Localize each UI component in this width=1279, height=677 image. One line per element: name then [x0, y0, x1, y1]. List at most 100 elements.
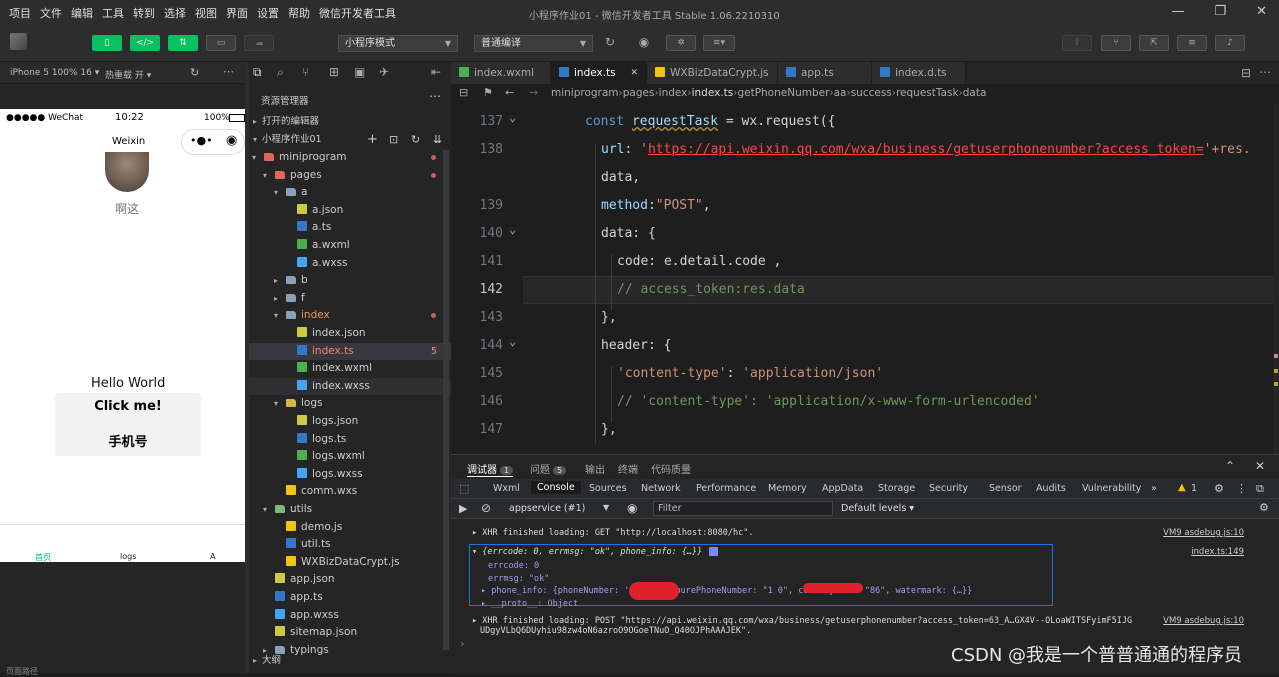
- editor-toggle-button[interactable]: </>: [130, 35, 160, 51]
- devtools-tab[interactable]: Performance: [696, 483, 756, 494]
- breadcrumb-item[interactable]: index: [659, 87, 688, 99]
- breadcrumb-item[interactable]: pages: [623, 87, 655, 99]
- settings-icon[interactable]: ⚙: [1214, 482, 1224, 495]
- editor-tab[interactable]: index.wxml: [451, 62, 551, 84]
- devtools-top-tab[interactable]: 调试器 1: [467, 461, 514, 477]
- capsule-close-icon[interactable]: ◉: [226, 133, 237, 148]
- extensions-icon[interactable]: ⊞: [329, 65, 339, 79]
- tree-item[interactable]: logs.wxml: [249, 448, 451, 465]
- menu-button[interactable]: ≡: [1177, 35, 1207, 51]
- devtools-tab[interactable]: Memory: [768, 483, 807, 494]
- menu-item[interactable]: 帮助: [288, 5, 310, 21]
- menu-item[interactable]: 工具: [102, 5, 124, 21]
- menu-item[interactable]: 视图: [195, 5, 217, 21]
- breadcrumb-item[interactable]: requestTask: [896, 87, 959, 99]
- files-icon[interactable]: ⧉: [253, 65, 262, 80]
- tree-item[interactable]: logs.wxss: [249, 466, 451, 483]
- more-icon[interactable]: ⋯: [1259, 65, 1271, 79]
- compile-select[interactable]: 普通编译 ▼: [474, 35, 593, 52]
- open-editors-section[interactable]: ▸ 打开的编辑器: [249, 113, 451, 130]
- collapse-panel-icon[interactable]: ⇤: [431, 65, 441, 79]
- devtools-tab[interactable]: Vulnerability: [1082, 483, 1141, 494]
- devtools-tab[interactable]: Console: [531, 481, 581, 494]
- split-editor-icon[interactable]: ⊟: [1241, 66, 1251, 80]
- project-section[interactable]: ▾ 小程序作业01 + ⊡ ↻ ⇊: [249, 131, 451, 148]
- editor-tab[interactable]: app.ts: [778, 62, 872, 84]
- refresh-icon[interactable]: ↻: [411, 131, 420, 148]
- preview-button[interactable]: ◉: [629, 35, 659, 51]
- tree-item[interactable]: util.ts: [249, 536, 451, 553]
- devtools-tab[interactable]: Audits: [1036, 483, 1066, 494]
- inspect-icon[interactable]: ⬚: [459, 482, 469, 495]
- mode-select[interactable]: 小程序模式 ▼: [338, 35, 458, 52]
- chevron-up-icon[interactable]: ⌃: [1225, 459, 1235, 473]
- refresh-button[interactable]: ↻: [595, 35, 625, 51]
- breadcrumb-item[interactable]: index.ts: [692, 87, 734, 99]
- context-select[interactable]: appservice (#1): [509, 503, 585, 514]
- upload-button[interactable]: ⇪: [1062, 35, 1092, 51]
- tabbar-item-a[interactable]: A: [210, 552, 215, 561]
- menu-item[interactable]: 项目: [9, 5, 31, 21]
- debugger-toggle-button[interactable]: ⇅: [168, 35, 198, 51]
- clear-console-icon[interactable]: ⊘: [481, 501, 491, 515]
- devtools-top-tab[interactable]: 代码质量: [651, 461, 691, 476]
- more-icon[interactable]: ⋮: [1236, 482, 1247, 495]
- breadcrumb-item[interactable]: getPhoneNumber: [737, 87, 829, 99]
- editor-tab[interactable]: index.ts ✕: [551, 62, 647, 84]
- devtools-tab[interactable]: Sensor: [989, 483, 1022, 494]
- capsule-more-icon[interactable]: •●•: [190, 134, 213, 147]
- console-source-link[interactable]: VM9 asdebug.js:10: [1163, 616, 1244, 626]
- settings-icon[interactable]: ⚙: [1259, 501, 1269, 514]
- tree-item[interactable]: index.wxml: [249, 360, 451, 377]
- clear-cache-button[interactable]: ≋▾: [703, 35, 735, 51]
- capsule-menu[interactable]: •●• ◉: [181, 129, 245, 155]
- code-editor[interactable]: 137 ⌄ 138 139 140 ⌄ 141 142 143 144 ⌄ 145 146 147 con…: [451, 104, 1279, 454]
- more-icon[interactable]: ⋯: [223, 65, 234, 78]
- devtools-tab[interactable]: Sources: [589, 483, 627, 494]
- tree-item[interactable]: comm.wxs: [249, 483, 451, 500]
- devtools-tab[interactable]: Security: [929, 483, 968, 494]
- devtools-tab[interactable]: Network: [641, 483, 681, 494]
- collapse-all-icon[interactable]: ⇊: [433, 131, 442, 148]
- console-prompt[interactable]: ›: [459, 637, 466, 650]
- close-icon[interactable]: ✕: [1255, 459, 1265, 473]
- console-prop[interactable]: ▸ __proto__: Object: [481, 599, 578, 609]
- tree-item[interactable]: a.json: [249, 202, 451, 219]
- avatar[interactable]: [10, 33, 27, 50]
- console-source-link[interactable]: VM9 asdebug.js:10: [1163, 528, 1244, 538]
- tree-item[interactable]: app.ts: [249, 589, 451, 606]
- breadcrumb-item[interactable]: data: [963, 87, 987, 99]
- tree-item[interactable]: logs.json: [249, 413, 451, 430]
- tree-item[interactable]: a.ts: [249, 219, 451, 236]
- breadcrumb-item[interactable]: miniprogram: [551, 87, 619, 99]
- console-source-link[interactable]: index.ts:149: [1191, 547, 1244, 557]
- tree-item[interactable]: app.wxss: [249, 607, 451, 624]
- filter-input[interactable]: Filter: [653, 501, 833, 516]
- outline-section[interactable]: ▸ 大纲: [249, 652, 451, 669]
- tree-item[interactable]: app.json: [249, 571, 451, 588]
- tree-item[interactable]: ▸ f: [249, 290, 451, 307]
- dock-icon[interactable]: ⧉: [1256, 482, 1264, 496]
- breadcrumb-item[interactable]: success: [851, 87, 892, 99]
- eye-icon[interactable]: ◉: [627, 501, 637, 515]
- close-button[interactable]: ✕: [1256, 4, 1267, 19]
- rotate-icon[interactable]: ↻: [190, 66, 199, 79]
- close-tab-icon[interactable]: ✕: [630, 62, 638, 84]
- phone-number-button[interactable]: 手机号: [55, 431, 201, 450]
- menu-item[interactable]: 转到: [133, 5, 155, 21]
- tabbar-item-logs[interactable]: logs: [120, 552, 136, 561]
- warning-icon[interactable]: ▲: [1178, 482, 1186, 493]
- cloud-button[interactable]: ☁: [244, 35, 274, 51]
- tree-item[interactable]: ▾ a: [249, 184, 451, 201]
- menu-item[interactable]: 编辑: [71, 5, 93, 21]
- fold-icon[interactable]: ⌄: [509, 110, 516, 124]
- tree-item[interactable]: logs.ts: [249, 431, 451, 448]
- tree-item[interactable]: ▸ b: [249, 272, 451, 289]
- devtools-tab[interactable]: »: [1151, 483, 1157, 494]
- search-icon[interactable]: ⌕: [277, 65, 284, 80]
- devtools-tab[interactable]: Storage: [878, 483, 915, 494]
- tree-item[interactable]: index.json: [249, 325, 451, 342]
- hotreload-select[interactable]: 热重载 开 ▾: [105, 68, 151, 81]
- breadcrumb-item[interactable]: aa: [834, 87, 847, 99]
- realdevice-debug-button[interactable]: ✲: [666, 35, 696, 51]
